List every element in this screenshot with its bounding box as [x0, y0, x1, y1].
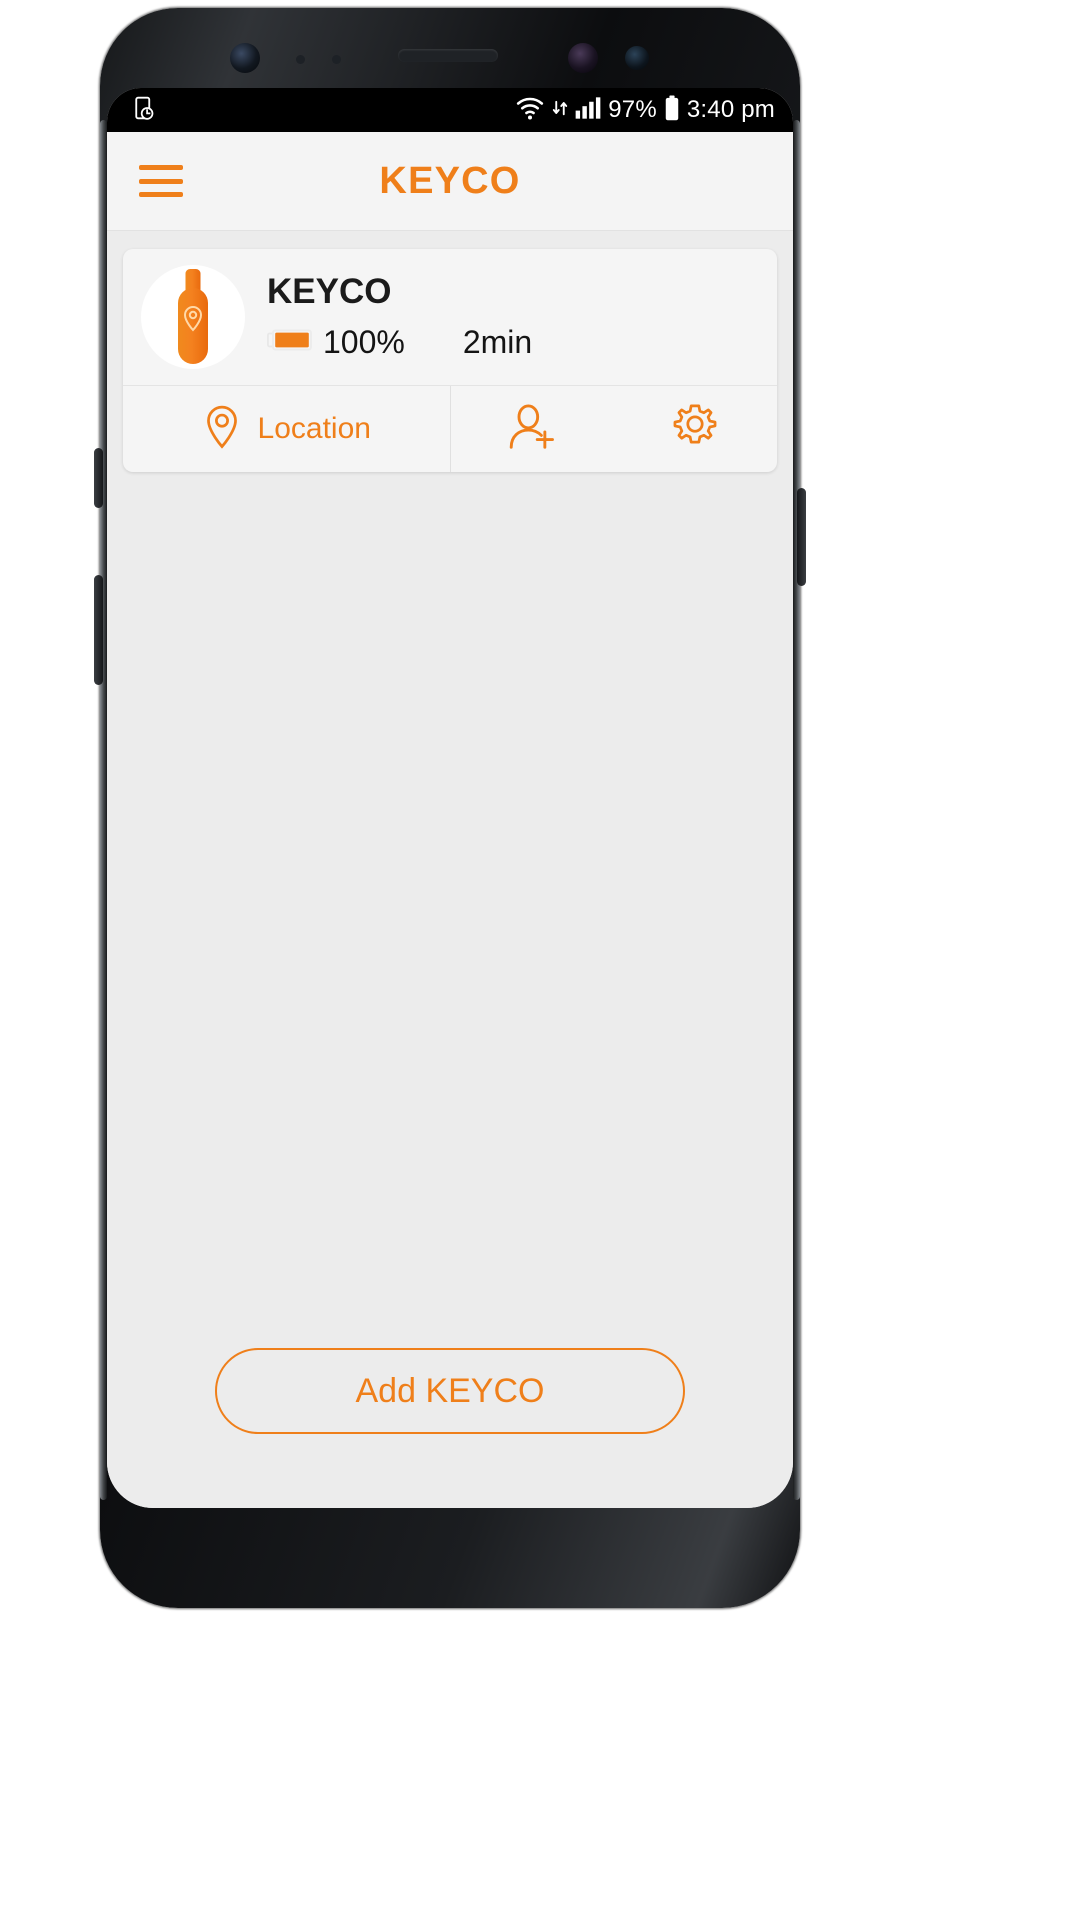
screenshot-root: 97% 3:40 pm KEYCO KEYCO 100% 2min Locati…: [0, 0, 1080, 1920]
phone-edge-left: [100, 120, 107, 1500]
front-camera: [230, 43, 260, 73]
bixby-button[interactable]: [94, 448, 103, 508]
hamburger-menu-icon[interactable]: [139, 165, 183, 197]
data-transfer-icon: [552, 98, 568, 123]
phone-screen: 97% 3:40 pm KEYCO KEYCO 100% 2min Locati…: [107, 88, 793, 1508]
add-keyco-button[interactable]: Add KEYCO: [215, 1348, 685, 1434]
screen-recorder-icon: [133, 95, 159, 126]
wifi-icon: [515, 95, 545, 126]
settings-button[interactable]: [659, 397, 731, 462]
sensor-dot-right: [332, 55, 341, 64]
gear-icon: [669, 401, 721, 458]
keyco-tag-icon: [141, 265, 245, 369]
power-button[interactable]: [797, 488, 806, 586]
status-bar: 97% 3:40 pm: [107, 88, 793, 132]
device-last-seen: 2min: [462, 323, 533, 360]
status-bar-left: [133, 95, 159, 126]
sensor-dot-left: [296, 55, 305, 64]
volume-button[interactable]: [94, 575, 103, 685]
battery-icon: [664, 95, 680, 126]
map-pin-icon: [202, 404, 242, 455]
proximity-sensor: [625, 46, 649, 70]
app-bar: KEYCO: [107, 132, 793, 231]
avatar: [141, 265, 245, 369]
device-meta-row: 100% 2min: [266, 323, 757, 361]
location-label: Location: [257, 412, 371, 445]
location-button[interactable]: Location: [123, 386, 450, 472]
cellular-signal-icon: [575, 96, 601, 125]
battery-icon: [266, 327, 313, 358]
page-title: KEYCO: [379, 159, 521, 202]
device-actions: Location: [123, 385, 777, 472]
device-name: KEYCO: [267, 272, 392, 312]
earpiece-speaker: [398, 49, 498, 62]
device-actions-right: [451, 386, 778, 472]
hamburger-bar-2: [139, 178, 183, 184]
device-battery-level: 100%: [323, 323, 405, 360]
device-card[interactable]: KEYCO 100% 2min Location: [123, 249, 777, 472]
main-content: KEYCO 100% 2min Location Add KEYCO: [107, 231, 793, 1508]
status-bar-clock: 3:40 pm: [686, 96, 775, 123]
status-bar-right: 97% 3:40 pm: [515, 95, 775, 126]
hamburger-bar-3: [139, 192, 183, 197]
phone-edge-right: [793, 120, 800, 1500]
battery-percent-label: 97%: [608, 96, 657, 123]
device-info: KEYCO 100% 2min: [266, 272, 757, 361]
share-device-button[interactable]: [496, 397, 568, 462]
hamburger-bar-1: [139, 165, 183, 170]
add-user-icon: [506, 401, 558, 458]
iris-scanner: [568, 43, 598, 73]
device-summary-row: KEYCO 100% 2min: [123, 249, 777, 385]
device-battery: 100%: [266, 323, 405, 361]
